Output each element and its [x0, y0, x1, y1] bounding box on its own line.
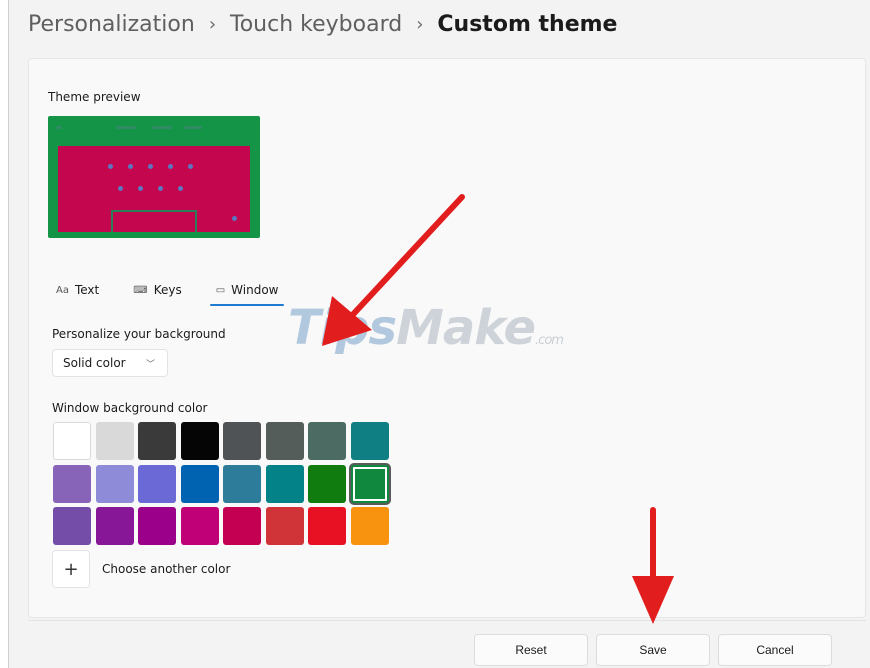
annotation-arrows — [322, 194, 674, 624]
arrow-to-save-button — [632, 507, 674, 624]
arrow-to-window-tab — [322, 194, 465, 346]
